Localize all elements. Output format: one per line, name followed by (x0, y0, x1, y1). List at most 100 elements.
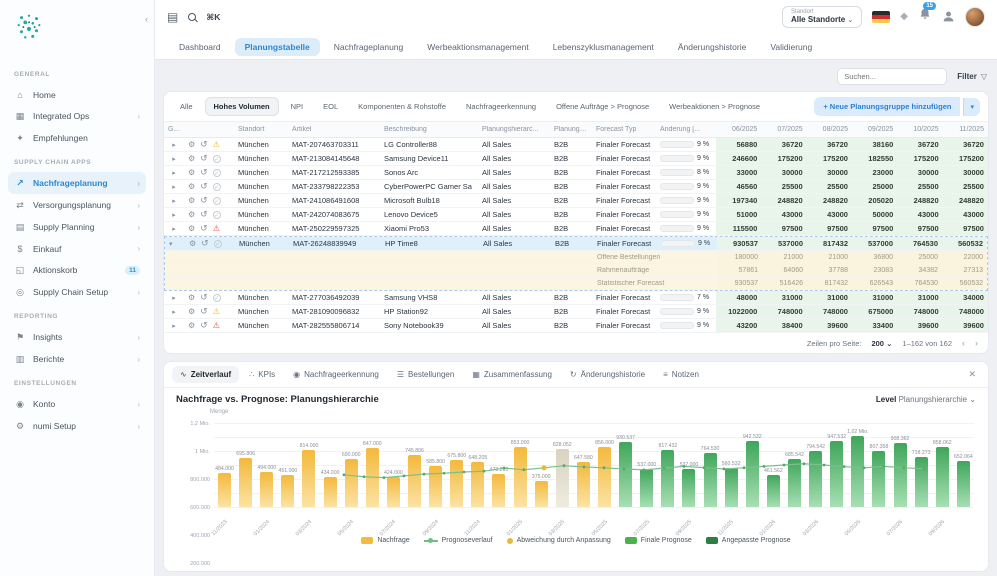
panel-tab-zeitverlauf[interactable]: ∿Zeitverlauf (172, 366, 239, 383)
next-page-icon[interactable]: › (975, 338, 978, 348)
assistant-icon[interactable] (942, 10, 955, 23)
table-row[interactable]: ▸⚙↺✓MünchenMAT-213084145648Samsung Devic… (164, 152, 988, 166)
history-icon[interactable]: ↺ (201, 238, 209, 249)
chip-nachfrageerkennung[interactable]: Nachfrageerkennung (458, 98, 544, 115)
bar-nachfrage[interactable]: 690.000 (345, 459, 358, 507)
chip-hohes-volumen[interactable]: Hohes Volumen (205, 97, 279, 116)
bar-prognose[interactable]: 794.542 (809, 451, 822, 507)
chip-npi[interactable]: NPI (283, 98, 312, 115)
bar-prognose[interactable]: 718.273 (915, 457, 928, 507)
tab-planungstabelle[interactable]: Planungstabelle (235, 38, 320, 56)
add-planning-group-caret-icon[interactable]: ▾ (963, 98, 980, 116)
gear-icon[interactable]: ⚙ (188, 168, 195, 177)
panel-tab-zusammenfassung[interactable]: ▦Zusammenfassung (464, 366, 560, 383)
gear-icon[interactable]: ⚙ (188, 182, 195, 191)
sidebar-item-berichte[interactable]: ▥Berichte› (8, 348, 146, 370)
expand-chevron-icon[interactable]: ▸ (164, 294, 184, 302)
bar-nachfrage[interactable]: 647.580 (577, 462, 590, 507)
sidebar-item-konto[interactable]: ◉Konto› (8, 393, 146, 415)
language-flag-icon[interactable] (872, 11, 890, 23)
expand-chevron-icon[interactable]: ▸ (164, 169, 184, 177)
bar-prognose[interactable]: 537.000 (640, 469, 653, 507)
gem-icon[interactable]: ◆ (900, 11, 908, 22)
bar-nachfrage[interactable]: 424.000 (387, 477, 400, 507)
history-icon[interactable]: ↺ (200, 195, 208, 206)
history-icon[interactable]: ↺ (200, 181, 208, 192)
history-icon[interactable]: ↺ (200, 320, 208, 331)
sidebar-item-aktionskorb[interactable]: ◱Aktionskorb11 (8, 259, 146, 281)
expand-chevron-icon[interactable]: ▸ (164, 308, 184, 316)
sidebar-item-integrated-ops[interactable]: ▦Integrated Ops› (8, 105, 146, 127)
expand-chevron-icon[interactable]: ▸ (164, 322, 184, 330)
sidebar-item-supply-chain-setup[interactable]: ◎Supply Chain Setup› (8, 281, 146, 303)
sidebar-item-empfehlungen[interactable]: ✦Empfehlungen (8, 127, 146, 149)
bar-abweichung[interactable]: 828.052 (556, 449, 569, 507)
history-icon[interactable]: ↺ (200, 292, 208, 303)
table-row[interactable]: ▸⚙↺✓MünchenMAT-242074083675Lenovo Device… (164, 208, 988, 222)
add-planning-group-button[interactable]: + Neue Planungsgruppe hinzufügen (814, 97, 960, 116)
bar-prognose[interactable]: 461.562 (767, 475, 780, 507)
sidebar-item-nachfrageplanung[interactable]: ↗Nachfrageplanung› (8, 172, 146, 194)
bar-nachfrage[interactable]: 375.000 (535, 481, 548, 507)
bar-prognose[interactable]: 685.542 (788, 459, 801, 507)
bar-nachfrage[interactable]: 853.000 (514, 447, 527, 507)
table-row[interactable]: ▸⚙↺⚠MünchenMAT-207463703311LG Controller… (164, 138, 988, 152)
gear-icon[interactable]: ⚙ (188, 321, 195, 330)
chip-werbeaktionen-prognose[interactable]: Werbeaktionen > Prognose (661, 98, 768, 115)
panel-tab-nachfrageerkennung[interactable]: ◉Nachfrageerkennung (285, 366, 387, 383)
sidebar-item-einkauf[interactable]: $Einkauf› (8, 238, 146, 259)
history-icon[interactable]: ↺ (200, 139, 208, 150)
gear-icon[interactable]: ⚙ (188, 210, 195, 219)
bar-prognose[interactable]: 652.064 (957, 461, 970, 507)
chip-komponenten-rohstoffe[interactable]: Komponenten & Rohstoffe (350, 98, 454, 115)
bar-nachfrage[interactable]: 494.000 (260, 472, 273, 507)
expand-chevron-icon[interactable]: ▾ (165, 237, 185, 250)
tab-lebenszyklusmanagement[interactable]: Lebenszyklusmanagement (543, 38, 664, 56)
bar-prognose[interactable]: 858.062 (936, 447, 949, 507)
bar-nachfrage[interactable]: 856.000 (598, 447, 611, 507)
prev-page-icon[interactable]: ‹ (962, 338, 965, 348)
bar-nachfrage[interactable]: 434.000 (324, 477, 337, 507)
tab-nachfrageplanung[interactable]: Nachfrageplanung (324, 38, 413, 56)
sidebar-item-home[interactable]: ⌂Home (8, 84, 146, 105)
rows-per-page-select[interactable]: 200 ⌄ (871, 339, 892, 348)
gear-icon[interactable]: ⚙ (188, 140, 195, 149)
tab-werbeaktionsmanagement[interactable]: Werbeaktionsmanagement (417, 38, 538, 56)
gear-icon[interactable]: ⚙ (188, 307, 195, 316)
workspace-icon[interactable]: ▤ (167, 10, 178, 24)
history-icon[interactable]: ↺ (200, 306, 208, 317)
sidebar-item-insights[interactable]: ⚑Insights› (8, 326, 146, 348)
bar-prognose[interactable]: 764.530 (704, 453, 717, 507)
table-row[interactable]: ▾⚙↺✓MünchenMAT-26248839949HP Time8All Sa… (165, 237, 987, 251)
filter-button[interactable]: Filter ▽ (957, 72, 987, 81)
expand-chevron-icon[interactable]: ▸ (164, 183, 184, 191)
bar-prognose[interactable]: 1,02 Mio. (851, 436, 864, 507)
bar-prognose[interactable]: 942.532 (746, 441, 759, 507)
chip-alle[interactable]: Alle (172, 98, 201, 115)
bar-prognose[interactable]: 560.532 (725, 468, 738, 507)
tab-validierung[interactable]: Validierung (760, 38, 822, 56)
bar-nachfrage[interactable]: 484.000 (218, 473, 231, 507)
history-icon[interactable]: ↺ (200, 153, 208, 164)
bar-prognose[interactable]: 947.532 (830, 441, 843, 507)
expand-chevron-icon[interactable]: ▸ (164, 225, 184, 233)
tab-änderungshistorie[interactable]: Änderungshistorie (668, 38, 757, 56)
bar-nachfrage[interactable]: 648.205 (471, 462, 484, 507)
gear-icon[interactable]: ⚙ (189, 239, 196, 248)
chip-eol[interactable]: EOL (315, 98, 346, 115)
history-icon[interactable]: ↺ (200, 223, 208, 234)
tab-dashboard[interactable]: Dashboard (169, 38, 231, 56)
bar-prognose[interactable]: 908.362 (894, 443, 907, 507)
sidebar-item-versorgungsplanung[interactable]: ⇄Versorgungsplanung› (8, 194, 146, 216)
history-icon[interactable]: ↺ (200, 209, 208, 220)
chip-offene-auftr-ge-prognose[interactable]: Offene Aufträge > Prognose (548, 98, 657, 115)
gear-icon[interactable]: ⚙ (188, 196, 195, 205)
expand-chevron-icon[interactable]: ▸ (164, 155, 184, 163)
bar-nachfrage[interactable]: 451.000 (281, 475, 294, 507)
level-select[interactable]: Level Planungshierarchie ⌄ (876, 395, 976, 404)
bar-prognose[interactable]: 817.432 (661, 450, 674, 507)
bar-nachfrage[interactable]: 473.205 (492, 474, 505, 507)
expand-chevron-icon[interactable]: ▸ (164, 141, 184, 149)
bar-nachfrage[interactable]: 814.000 (302, 450, 315, 507)
sidebar-item-numi-setup[interactable]: ⚙numi Setup› (8, 415, 146, 437)
